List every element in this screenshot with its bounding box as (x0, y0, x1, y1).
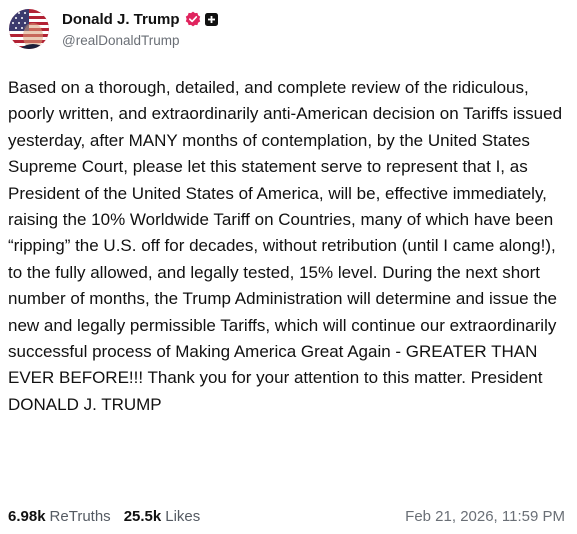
truth-post: Donald J. Trump @realDonaldTrump Based o… (0, 0, 577, 534)
user-handle[interactable]: @realDonaldTrump (62, 33, 218, 48)
name-row: Donald J. Trump (62, 9, 218, 29)
post-footer: 6.98k ReTruths 25.5k Likes Feb 21, 2026,… (8, 506, 565, 526)
post-author: Donald J. Trump @realDonaldTrump (62, 9, 218, 48)
likes-count: 25.5k (123, 507, 162, 525)
retruths-stat[interactable]: 6.98k ReTruths (8, 508, 111, 525)
post-body-text: Based on a thorough, detailed, and compl… (8, 78, 563, 414)
verified-badge-icon (185, 11, 201, 27)
display-name[interactable]: Donald J. Trump (62, 11, 180, 28)
retruths-count: 6.98k (8, 507, 46, 525)
avatar[interactable] (9, 9, 49, 49)
post-timestamp[interactable]: Feb 21, 2026, 11:59 PM (405, 508, 565, 525)
likes-label: Likes (165, 507, 201, 525)
retruths-label: ReTruths (49, 507, 111, 525)
likes-stat[interactable]: 25.5k Likes (124, 508, 201, 525)
flag-avatar-icon (9, 9, 49, 49)
plus-badge-icon (204, 12, 218, 26)
